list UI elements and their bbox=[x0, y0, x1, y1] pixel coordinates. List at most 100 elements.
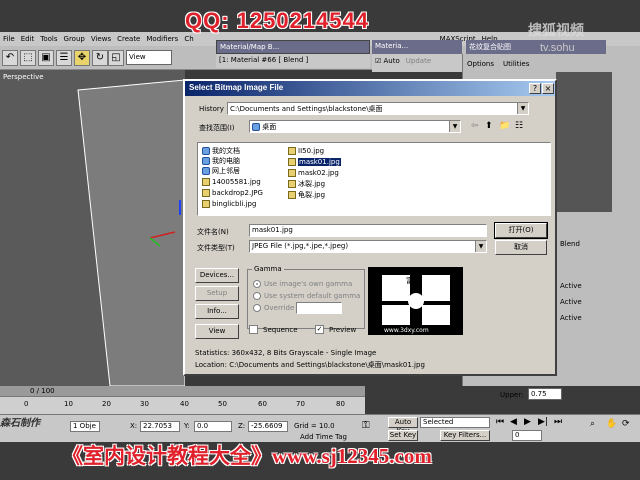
image-file-icon bbox=[288, 158, 296, 166]
select-region-icon[interactable]: ⬚ bbox=[20, 50, 36, 66]
file-list[interactable]: 我的文档 我的电脑 网上邻居 14005581.jpg backdrop2.JP… bbox=[197, 142, 551, 216]
history-dropdown[interactable]: C:\Documents and Settings\blackstone\桌面 … bbox=[227, 102, 529, 115]
menu-character[interactable]: Ch bbox=[184, 35, 193, 43]
z-label: Z: bbox=[238, 422, 246, 430]
back-icon[interactable]: ⇦ bbox=[471, 121, 479, 131]
options-label[interactable]: Options bbox=[467, 60, 494, 68]
setup-button[interactable]: Setup bbox=[195, 286, 239, 301]
new-folder-icon[interactable]: 📁 bbox=[499, 121, 510, 131]
active-label: Active bbox=[560, 282, 582, 290]
utilities-label[interactable]: Utilities bbox=[503, 60, 529, 68]
sohu-url: tv.sohu bbox=[540, 42, 575, 54]
computer-icon bbox=[202, 157, 210, 165]
undo-icon[interactable]: ↶ bbox=[2, 50, 18, 66]
list-item[interactable]: II50.jpg bbox=[288, 146, 324, 156]
grid-label: Grid = 10.0 bbox=[294, 422, 335, 430]
reference-coordinate-select[interactable]: View bbox=[126, 50, 172, 65]
y-coordinate-field[interactable]: 0.0 bbox=[194, 421, 232, 432]
lookin-value: 桌面 bbox=[262, 123, 277, 131]
z-coordinate-field[interactable]: -25.6609 bbox=[248, 421, 288, 432]
image-file-icon bbox=[202, 189, 210, 197]
list-item[interactable]: 龟裂.jpg bbox=[288, 190, 325, 200]
list-item[interactable]: mask02.jpg bbox=[288, 168, 339, 178]
update-button[interactable]: Update bbox=[406, 57, 431, 69]
menu-group[interactable]: Group bbox=[64, 35, 85, 43]
image-file-icon bbox=[202, 178, 210, 186]
menu-tools[interactable]: Tools bbox=[40, 35, 57, 43]
lookin-label: 查找范围(I) bbox=[199, 124, 235, 132]
play-icon[interactable]: ▶ bbox=[524, 417, 531, 427]
rotate-icon[interactable]: ↻ bbox=[92, 50, 108, 66]
current-frame-field[interactable]: 0 bbox=[512, 430, 542, 441]
devices-button[interactable]: Devices... bbox=[195, 268, 239, 283]
gamma-override-radio[interactable] bbox=[253, 304, 261, 312]
help-icon[interactable]: ? bbox=[529, 83, 541, 94]
gamma-override-spinner[interactable] bbox=[296, 302, 342, 314]
auto-checkbox[interactable]: ☑ Auto bbox=[375, 57, 400, 69]
tick-label: 60 bbox=[258, 400, 267, 408]
key-filters-button[interactable]: Key Filters... bbox=[440, 430, 490, 441]
key-icon[interactable]: ⚿ bbox=[362, 420, 370, 431]
list-item[interactable]: 14005581.jpg bbox=[202, 177, 261, 187]
close-icon[interactable]: × bbox=[542, 83, 554, 94]
info-button[interactable]: Info... bbox=[195, 304, 239, 319]
zoom-icon[interactable]: ⌕ bbox=[590, 419, 595, 429]
auto-key-button[interactable]: Auto Key bbox=[388, 417, 418, 435]
status-bar: 1 Obje X: 22.7053 Y: 0.0 Z: -25.6609 Gri… bbox=[0, 414, 640, 442]
menu-modifiers[interactable]: Modifiers bbox=[146, 35, 178, 43]
pan-icon[interactable]: ✋ bbox=[606, 419, 617, 429]
statistics-text: Statistics: 360x432, 8 Bits Grayscale - … bbox=[195, 349, 377, 357]
view-button[interactable]: View bbox=[195, 324, 239, 339]
open-button[interactable]: 打开(O) bbox=[494, 222, 548, 239]
orbit-icon[interactable]: ⟳ bbox=[622, 419, 630, 429]
move-icon[interactable]: ✥ bbox=[74, 50, 90, 66]
menu-file[interactable]: File bbox=[3, 35, 15, 43]
material-sample-slots[interactable] bbox=[556, 72, 612, 212]
track-bar[interactable]: 0 10 20 30 40 50 60 70 80 bbox=[0, 396, 365, 414]
chevron-down-icon[interactable]: ▼ bbox=[449, 121, 460, 132]
image-preview: 富号 www.3dxy.com bbox=[368, 267, 463, 335]
up-folder-icon[interactable]: ⬆ bbox=[485, 121, 493, 131]
list-item[interactable]: 我的文档 bbox=[202, 146, 240, 156]
file-name: 14005581.jpg bbox=[212, 178, 261, 186]
sequence-label: Sequence bbox=[263, 326, 298, 334]
upper-spinner[interactable]: 0.75 bbox=[528, 388, 562, 400]
list-item[interactable]: backdrop2.JPG bbox=[202, 188, 263, 198]
file-name: 龟裂.jpg bbox=[298, 191, 326, 199]
menu-edit[interactable]: Edit bbox=[21, 35, 35, 43]
list-item[interactable]: 网上邻居 bbox=[202, 166, 240, 176]
material-browser-title[interactable]: Material/Map B... bbox=[216, 40, 370, 54]
lookin-dropdown[interactable]: 桌面 ▼ bbox=[249, 120, 461, 133]
gamma-own-radio[interactable] bbox=[253, 280, 261, 288]
previous-frame-icon[interactable]: ◀ bbox=[510, 417, 517, 427]
list-item-selected[interactable]: mask01.jpg bbox=[288, 157, 341, 167]
material-browser-item[interactable]: [1: Material #66 [ Blend ] bbox=[216, 54, 370, 68]
menu-views[interactable]: Views bbox=[91, 35, 111, 43]
list-item[interactable]: 我的电脑 bbox=[202, 156, 240, 166]
filename-input[interactable]: mask01.jpg bbox=[249, 224, 487, 237]
preview-checkbox[interactable]: ✓ bbox=[315, 325, 324, 334]
x-coordinate-field[interactable]: 22.7053 bbox=[140, 421, 180, 432]
cancel-button[interactable]: 取消 bbox=[495, 240, 547, 255]
time-slider[interactable] bbox=[0, 386, 365, 396]
gamma-label: Gamma bbox=[252, 265, 284, 273]
perspective-viewport[interactable]: Perspective bbox=[0, 70, 185, 386]
key-mode-select[interactable]: Selected bbox=[420, 417, 490, 428]
gamma-system-radio[interactable] bbox=[253, 292, 261, 300]
material-editor-title[interactable]: Materia... bbox=[372, 40, 462, 54]
view-menu-icon[interactable]: ☷ bbox=[515, 121, 523, 131]
scale-icon[interactable]: ◱ bbox=[108, 50, 124, 66]
list-item[interactable]: binglicbli.jpg bbox=[202, 199, 256, 209]
select-icon[interactable]: ▣ bbox=[38, 50, 54, 66]
chevron-down-icon[interactable]: ▼ bbox=[475, 241, 486, 252]
list-item[interactable]: 冰裂.jpg bbox=[288, 179, 325, 189]
chevron-down-icon[interactable]: ▼ bbox=[517, 103, 528, 114]
go-to-end-icon[interactable]: ⏭ bbox=[554, 417, 562, 427]
filetype-dropdown[interactable]: JPEG File (*.jpg,*.jpe,*.jpeg) ▼ bbox=[249, 240, 487, 253]
select-by-name-icon[interactable]: ☰ bbox=[56, 50, 72, 66]
next-frame-icon[interactable]: ▶| bbox=[538, 417, 548, 427]
menu-create[interactable]: Create bbox=[117, 35, 140, 43]
sequence-checkbox[interactable] bbox=[249, 325, 258, 334]
go-to-start-icon[interactable]: ⏮ bbox=[496, 417, 504, 427]
file-name: 冰裂.jpg bbox=[298, 180, 326, 188]
